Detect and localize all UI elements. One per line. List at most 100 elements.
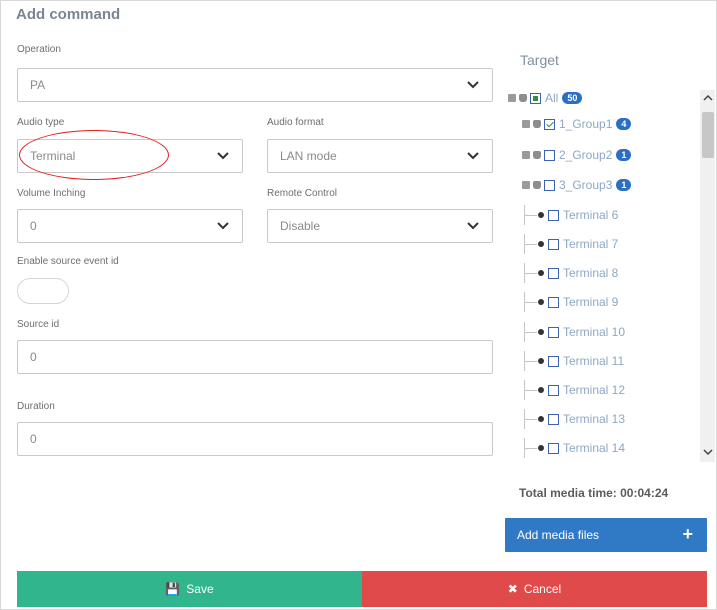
dialog-title: Add command xyxy=(16,6,121,23)
database-icon xyxy=(533,151,541,159)
chevron-down-icon xyxy=(216,149,230,163)
checkbox[interactable] xyxy=(530,92,541,104)
tree-item-label: Terminal 6 xyxy=(563,208,619,222)
save-label: Save xyxy=(186,582,214,596)
total-media-time: Total media time: 00:04:24 xyxy=(519,486,669,500)
chevron-down-icon xyxy=(466,219,480,233)
cancel-label: Cancel xyxy=(523,582,562,596)
enable-source-event-toggle[interactable] xyxy=(17,278,69,304)
tree-item-terminal[interactable]: Terminal 13 xyxy=(524,409,625,429)
tree-item-label: Terminal 11 xyxy=(563,354,625,368)
floppy-disk-icon: 💾 xyxy=(165,582,181,596)
network-icon xyxy=(508,94,516,102)
add-media-label: Add media files xyxy=(517,528,600,542)
terminal-dot-icon xyxy=(538,416,544,422)
audio-format-select[interactable]: LAN mode xyxy=(267,139,493,173)
chevron-down-icon xyxy=(466,149,480,163)
checkbox[interactable] xyxy=(544,179,555,191)
add-media-files-button[interactable]: Add media files + xyxy=(505,518,707,552)
source-id-input[interactable]: 0 xyxy=(17,340,493,374)
remote-control-label: Remote Control xyxy=(267,188,338,199)
operation-label: Operation xyxy=(17,44,61,55)
terminal-dot-icon xyxy=(538,387,544,393)
chevron-down-icon[interactable] xyxy=(702,446,714,458)
checkbox[interactable] xyxy=(548,413,559,425)
gear-icon xyxy=(522,181,530,189)
terminal-dot-icon xyxy=(538,445,544,451)
tree-item-label: Terminal 13 xyxy=(563,412,626,426)
target-title: Target xyxy=(520,52,559,68)
tree-item-label: 2_Group2 xyxy=(559,148,613,162)
tree-item-label: 1_Group1 xyxy=(559,117,613,131)
tree-item-group1[interactable]: 1_Group1 4 xyxy=(522,114,632,134)
terminal-dot-icon xyxy=(538,329,544,335)
count-badge: 1 xyxy=(616,149,632,161)
volume-inching-select[interactable]: 0 xyxy=(17,209,243,243)
terminal-dot-icon xyxy=(538,241,544,247)
terminal-dot-icon xyxy=(538,299,544,305)
database-icon xyxy=(519,94,527,102)
tree-item-terminal[interactable]: Terminal 7 xyxy=(524,234,618,254)
duration-input[interactable]: 0 xyxy=(17,422,493,456)
checkbox[interactable] xyxy=(548,267,559,279)
audio-type-select[interactable]: Terminal xyxy=(17,139,243,173)
tree-item-group3[interactable]: 3_Group3 1 xyxy=(522,175,632,195)
tree-item-label: Terminal 10 xyxy=(563,325,626,339)
tree-item-label: Terminal 14 xyxy=(563,441,626,455)
tree-item-terminal[interactable]: Terminal 10 xyxy=(524,322,625,342)
tree-item-label: Terminal 12 xyxy=(563,383,626,397)
tree-item-label: Terminal 9 xyxy=(563,295,619,309)
tree-item-terminal[interactable]: Terminal 14 xyxy=(524,438,625,458)
count-badge: 4 xyxy=(616,118,632,130)
terminal-dot-icon xyxy=(538,212,544,218)
audio-format-value: LAN mode xyxy=(280,149,337,163)
audio-type-value: Terminal xyxy=(30,149,76,163)
checkbox[interactable] xyxy=(548,209,559,221)
operation-select[interactable]: PA xyxy=(17,68,493,102)
audio-format-label: Audio format xyxy=(267,117,324,128)
tree-item-terminal[interactable]: Terminal 6 xyxy=(524,205,618,225)
chevron-down-icon xyxy=(216,219,230,233)
database-icon xyxy=(533,120,541,128)
save-button[interactable]: 💾 Save xyxy=(17,571,362,607)
operation-value: PA xyxy=(30,78,46,92)
tree-item-group2[interactable]: 2_Group2 1 xyxy=(522,145,632,165)
checkbox[interactable] xyxy=(544,149,555,161)
terminal-dot-icon xyxy=(538,270,544,276)
chevron-down-icon xyxy=(466,78,480,92)
tree-item-label: Terminal 7 xyxy=(563,237,619,251)
checkbox[interactable] xyxy=(548,442,559,454)
tree-item-terminal[interactable]: Terminal 11 xyxy=(524,351,624,371)
tree-item-terminal[interactable]: Terminal 12 xyxy=(524,380,625,400)
scrollbar-thumb[interactable] xyxy=(702,112,714,158)
remote-control-value: Disable xyxy=(280,219,321,233)
tree-item-all[interactable]: All 50 xyxy=(508,88,583,108)
remote-control-select[interactable]: Disable xyxy=(267,209,493,243)
checkbox[interactable] xyxy=(548,384,559,396)
source-id-label: Source id xyxy=(17,319,60,330)
duration-label: Duration xyxy=(17,401,55,412)
tree-item-label: Terminal 8 xyxy=(563,266,619,280)
gear-icon xyxy=(522,151,530,159)
checkbox[interactable] xyxy=(548,355,559,367)
checkbox[interactable] xyxy=(548,238,559,250)
target-tree: All 50 1_Group1 4 2_Group2 1 3_Group3 1 … xyxy=(502,82,717,470)
gear-icon xyxy=(522,120,530,128)
cancel-button[interactable]: ✖ Cancel xyxy=(362,571,707,607)
volume-inching-value: 0 xyxy=(30,219,37,233)
enable-source-event-label: Enable source event id xyxy=(17,256,119,267)
checkbox[interactable] xyxy=(548,296,559,308)
audio-type-label: Audio type xyxy=(17,117,65,128)
tree-item-terminal[interactable]: Terminal 9 xyxy=(524,292,618,312)
checkbox[interactable] xyxy=(544,118,555,130)
database-icon xyxy=(533,181,541,189)
tree-item-label: All xyxy=(545,91,559,105)
source-id-value: 0 xyxy=(30,350,37,364)
count-badge: 50 xyxy=(562,92,583,104)
x-icon: ✖ xyxy=(507,582,518,596)
volume-inching-label: Volume Inching xyxy=(17,188,86,199)
tree-item-label: 3_Group3 xyxy=(559,178,613,192)
checkbox[interactable] xyxy=(548,326,559,338)
tree-item-terminal[interactable]: Terminal 8 xyxy=(524,263,618,283)
chevron-up-icon[interactable] xyxy=(702,92,714,104)
